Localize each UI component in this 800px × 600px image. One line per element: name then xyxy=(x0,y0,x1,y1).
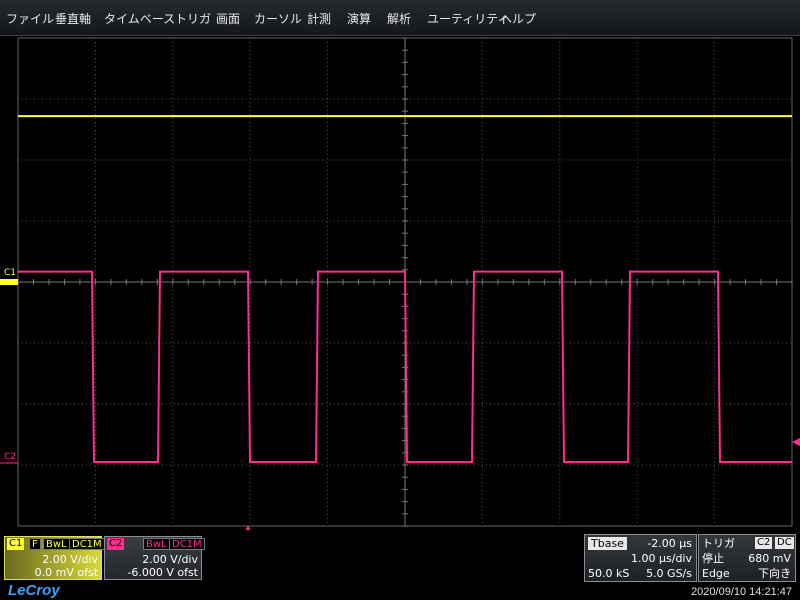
channel-1-bandwidth-limit: BwL xyxy=(43,538,70,550)
timebase-time-per-div: 1.00 µs/div xyxy=(631,552,692,565)
menu-measure[interactable]: 計測 xyxy=(307,10,331,27)
timebase-delay: -2.00 µs xyxy=(647,537,692,550)
channel-2-offset: -6.000 V ofst xyxy=(127,566,198,579)
channel-2-name: C2 xyxy=(107,538,125,550)
channel-1-offset: 0.0 mV ofst xyxy=(34,566,98,579)
timebase-sample-count: 50.0 kS xyxy=(588,567,630,580)
channel-2-volts-per-div: 2.00 V/div xyxy=(142,553,198,566)
channel-1-name: C1 xyxy=(7,538,25,550)
channel-2-coupling: DC1M xyxy=(169,538,205,550)
lecroy-logo: LeCroy xyxy=(8,582,60,599)
menu-display[interactable]: 画面 xyxy=(216,10,240,27)
trigger-descriptor[interactable]: トリガ C2 DC 停止 680 mV Edge 下向き xyxy=(698,534,796,582)
trigger-coupling: DC xyxy=(775,537,794,549)
menu-help[interactable]: ヘルプ xyxy=(500,10,536,27)
timebase-descriptor[interactable]: Tbase -2.00 µs 1.00 µs/div 50.0 kS 5.0 G… xyxy=(584,534,697,582)
channel-2-descriptor[interactable]: C2 BwL DC1M 2.00 V/div -6.000 V ofst xyxy=(104,536,205,580)
menu-utilities[interactable]: ユーティリティ xyxy=(427,10,510,27)
timestamp: 2020/09/10 14:21:47 xyxy=(691,586,792,598)
timebase-sample-rate: 5.0 GS/s xyxy=(646,567,692,580)
channel-1-ground-marker[interactable] xyxy=(0,279,18,285)
timebase-label: Tbase xyxy=(588,537,627,550)
trigger-level: 680 mV xyxy=(748,552,791,565)
menu-vertical[interactable]: 垂直軸 xyxy=(55,10,91,27)
channel-1-descriptor[interactable]: C1 F BwL DC1M 2.00 V/div 0.0 mV ofst xyxy=(4,536,105,580)
waveform-display[interactable]: C1 C2 xyxy=(0,36,800,530)
menu-timebase[interactable]: タイムベース xyxy=(104,10,175,27)
trigger-slope: 下向き xyxy=(758,567,791,580)
channel-2-marker-label: C2 xyxy=(4,452,16,462)
trigger-label: トリガ xyxy=(702,537,735,550)
menu-bar: ファイル 垂直軸 タイムベース トリガ 画面 カーソル 計測 演算 解析 ユーテ… xyxy=(0,0,800,36)
channel-1-volts-per-div: 2.00 V/div xyxy=(42,553,98,566)
trigger-source: C2 xyxy=(755,537,773,549)
menu-trigger[interactable]: トリガ xyxy=(175,10,211,27)
status-panel: C1 F BwL DC1M 2.00 V/div 0.0 mV ofst C2 … xyxy=(0,530,800,600)
trigger-level-marker[interactable] xyxy=(792,438,800,446)
channel-1-math-flag: F xyxy=(29,538,41,550)
channel-2-bandwidth-limit: BwL xyxy=(143,538,170,550)
channel-1-marker-label: C1 xyxy=(4,268,16,278)
waveform-grid: C1 C2 xyxy=(0,37,800,530)
trigger-type: Edge xyxy=(702,567,730,580)
menu-analysis[interactable]: 解析 xyxy=(387,10,411,27)
trigger-mode: 停止 xyxy=(702,552,724,565)
menu-file[interactable]: ファイル xyxy=(6,10,54,27)
menu-math[interactable]: 演算 xyxy=(347,10,371,27)
channel-1-coupling: DC1M xyxy=(69,538,105,550)
menu-cursors[interactable]: カーソル xyxy=(254,10,302,27)
